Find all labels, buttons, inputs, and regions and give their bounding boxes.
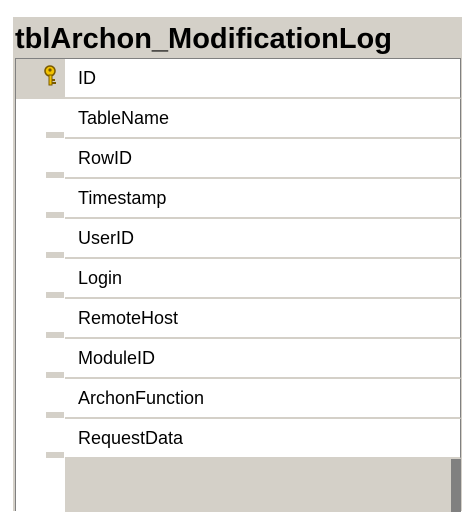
field-name: TableName — [65, 99, 461, 139]
field-row-archonfunction[interactable]: ArchonFunction — [16, 379, 461, 419]
field-name: ArchonFunction — [65, 379, 461, 419]
row-selector[interactable] — [16, 339, 65, 379]
table-designer-window: tblArchon_ModificationLog ID TableName R… — [13, 17, 462, 512]
field-name: UserID — [65, 219, 461, 259]
row-selector[interactable] — [16, 99, 65, 139]
field-name: RequestData — [65, 419, 461, 459]
field-row-userid[interactable]: UserID — [16, 219, 461, 259]
field-name: RowID — [65, 139, 461, 179]
field-list: ID TableName RowID Timestamp UserID Logi — [16, 59, 461, 459]
row-selector[interactable] — [16, 179, 65, 219]
field-name: ID — [65, 59, 461, 99]
row-selector[interactable] — [16, 299, 65, 339]
field-row-requestdata[interactable]: RequestData — [16, 419, 461, 459]
field-row-remotehost[interactable]: RemoteHost — [16, 299, 461, 339]
key-icon — [44, 65, 56, 86]
table-title: tblArchon_ModificationLog — [13, 17, 462, 61]
field-row-rowid[interactable]: RowID — [16, 139, 461, 179]
field-row-tablename[interactable]: TableName — [16, 99, 461, 139]
new-row-area — [16, 459, 461, 512]
row-selector[interactable] — [16, 419, 65, 459]
field-name: Login — [65, 259, 461, 299]
row-selector[interactable] — [16, 139, 65, 179]
row-selector[interactable] — [16, 59, 65, 99]
row-selector[interactable] — [16, 219, 65, 259]
field-row-timestamp[interactable]: Timestamp — [16, 179, 461, 219]
empty-grid-area — [65, 459, 461, 512]
field-grid: ID TableName RowID Timestamp UserID Logi — [15, 58, 461, 512]
field-name: Timestamp — [65, 179, 461, 219]
field-name: ModuleID — [65, 339, 461, 379]
row-selector[interactable] — [16, 379, 65, 419]
field-row-login[interactable]: Login — [16, 259, 461, 299]
field-row-moduleid[interactable]: ModuleID — [16, 339, 461, 379]
new-row-selector[interactable] — [16, 459, 65, 512]
field-name: RemoteHost — [65, 299, 461, 339]
field-row-id[interactable]: ID — [16, 59, 461, 99]
vertical-scrollbar[interactable] — [451, 459, 461, 512]
row-selector[interactable] — [16, 259, 65, 299]
